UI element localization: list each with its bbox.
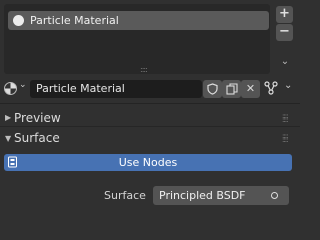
surface-panel-title: Surface xyxy=(14,131,60,145)
material-name-field[interactable]: Particle Material xyxy=(30,80,202,98)
node-type-chevron-icon[interactable]: ⌄ xyxy=(284,80,292,91)
use-nodes-label: Use Nodes xyxy=(118,156,178,169)
remove-slot-button[interactable]: − xyxy=(276,24,293,41)
browse-chevron-icon[interactable]: ⌄ xyxy=(19,80,27,90)
material-browse-icon[interactable] xyxy=(4,82,17,95)
material-slot-list[interactable]: Particle Material :::: xyxy=(4,4,270,74)
section-divider xyxy=(0,103,300,104)
socket-link-icon xyxy=(271,192,278,199)
use-nodes-button[interactable]: Use Nodes xyxy=(4,154,292,171)
surface-panel-header[interactable]: ▼ Surface :::::::: xyxy=(0,128,300,150)
panel-drag-handle[interactable]: :::::::: xyxy=(282,113,289,124)
copy-icon xyxy=(225,83,238,95)
material-slot-item[interactable]: Particle Material xyxy=(8,11,269,30)
add-slot-button[interactable]: + xyxy=(276,6,293,23)
material-slot-label: Particle Material xyxy=(30,14,119,27)
slot-specials-dropdown[interactable]: ⌄ xyxy=(277,55,293,69)
surface-shader-field[interactable]: Principled BSDF xyxy=(153,186,289,205)
surface-shader-value: Principled BSDF xyxy=(159,189,246,202)
unlink-material-button[interactable]: ✕ xyxy=(241,80,260,98)
duplicate-material-button[interactable] xyxy=(222,80,241,98)
expanded-triangle-icon: ▼ xyxy=(5,134,12,143)
panel-drag-handle[interactable]: :::::::: xyxy=(282,133,289,144)
surface-label: Surface xyxy=(104,189,146,202)
list-resize-grip[interactable]: :::: xyxy=(140,66,148,74)
collapsed-triangle-icon: ▶ xyxy=(5,113,12,122)
node-editor-icon xyxy=(8,156,17,168)
preview-panel-title: Preview xyxy=(14,111,61,125)
material-sphere-icon xyxy=(13,15,24,26)
fake-user-button[interactable] xyxy=(203,80,222,98)
panel-separator xyxy=(0,126,300,127)
shield-icon xyxy=(207,83,218,95)
material-name-value: Particle Material xyxy=(36,82,125,95)
node-tree-icon[interactable] xyxy=(264,81,278,99)
